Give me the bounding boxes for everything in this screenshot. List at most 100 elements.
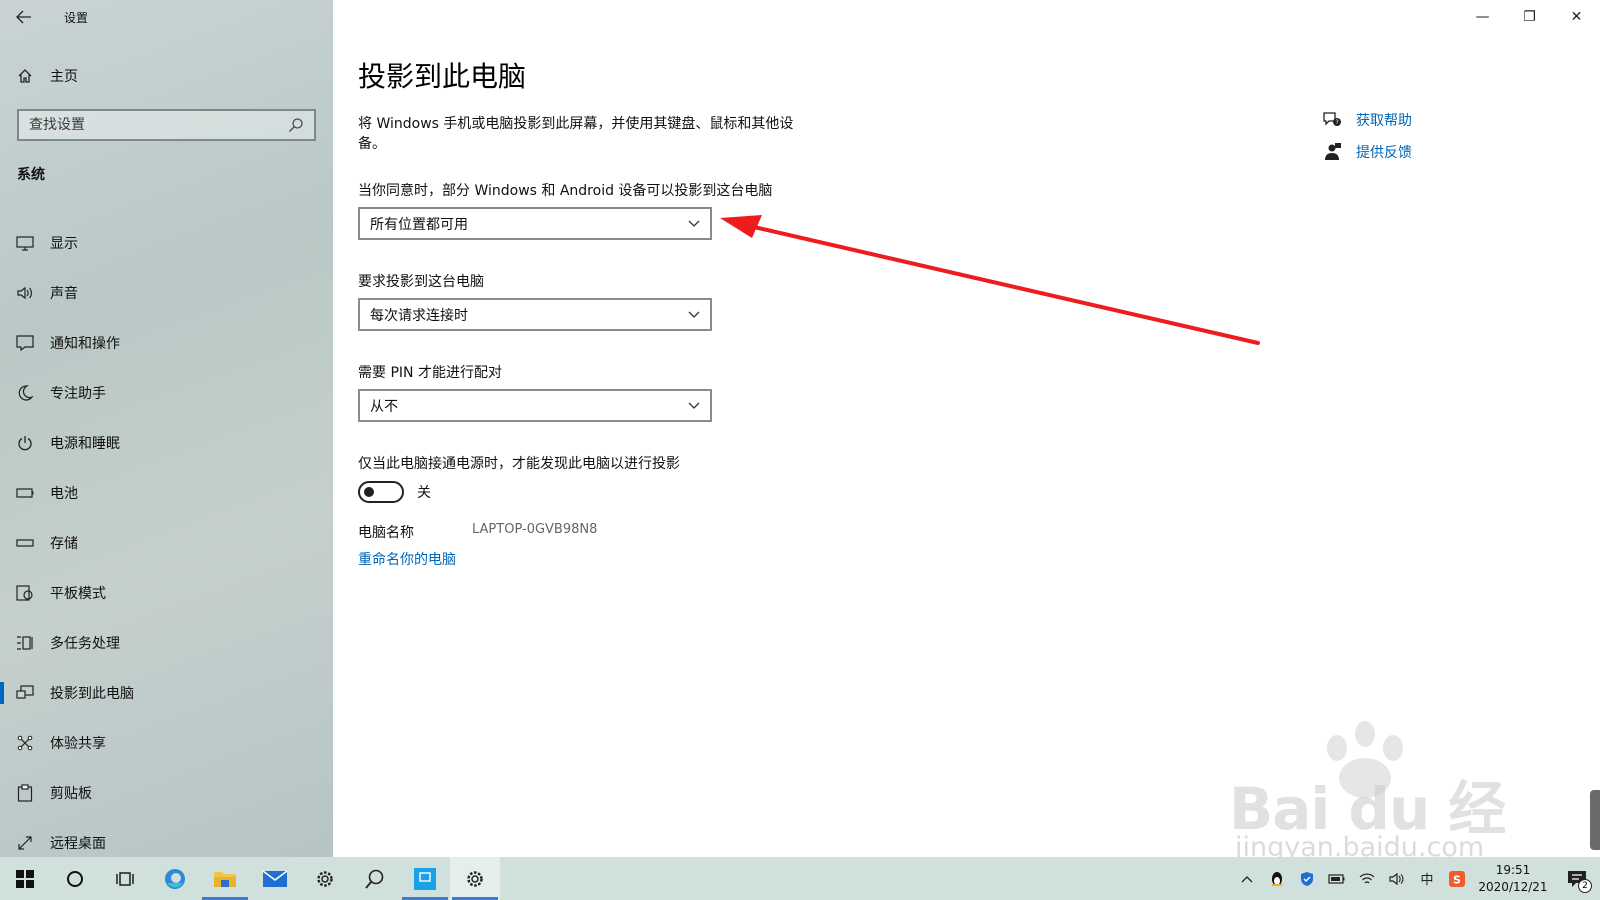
svg-text:S: S bbox=[1453, 873, 1461, 886]
get-help-label: 获取帮助 bbox=[1356, 113, 1412, 129]
availability-dropdown[interactable]: 所有位置都可用 bbox=[358, 207, 712, 240]
taskbar-edge[interactable] bbox=[150, 857, 200, 900]
restore-button[interactable]: ❐ bbox=[1506, 0, 1553, 34]
sidebar-item-notifications[interactable]: 通知和操作 bbox=[0, 318, 333, 368]
close-button[interactable]: ✕ bbox=[1553, 0, 1600, 34]
sidebar-item-home[interactable]: 主页 bbox=[0, 60, 333, 92]
notification-icon bbox=[0, 335, 50, 351]
gear-icon bbox=[467, 870, 483, 887]
clipboard-icon bbox=[0, 784, 50, 802]
get-help-link[interactable]: ? 获取帮助 bbox=[1322, 104, 1412, 136]
toggle-state-label: 关 bbox=[417, 485, 431, 501]
remote-desktop-icon bbox=[0, 835, 50, 851]
tray-network[interactable] bbox=[1352, 857, 1382, 900]
tray-ime[interactable]: 中 bbox=[1412, 857, 1442, 900]
task-view-button[interactable] bbox=[100, 857, 150, 900]
battery-icon bbox=[0, 488, 50, 498]
sidebar-item-multitasking[interactable]: 多任务处理 bbox=[0, 618, 333, 668]
taskbar-settings-active[interactable] bbox=[450, 857, 500, 900]
feedback-link[interactable]: 提供反馈 bbox=[1322, 136, 1412, 168]
sidebar-item-shared-experiences[interactable]: 体验共享 bbox=[0, 718, 333, 768]
setting3-label: 需要 PIN 才能进行配对 bbox=[358, 365, 502, 381]
sidebar-item-project-to-pc[interactable]: 投影到此电脑 bbox=[0, 668, 333, 718]
folder-icon bbox=[214, 871, 236, 887]
power-toggle[interactable] bbox=[358, 481, 404, 503]
tray-qq[interactable] bbox=[1262, 857, 1292, 900]
chevron-down-icon bbox=[688, 220, 700, 227]
window-controls: — ❐ ✕ bbox=[1459, 0, 1600, 34]
chevron-down-icon bbox=[688, 402, 700, 409]
tray-sogou[interactable]: S bbox=[1442, 857, 1472, 900]
tray-volume[interactable] bbox=[1382, 857, 1412, 900]
watermark: Bai du 经验 jingyan.baidu.com bbox=[1225, 720, 1525, 900]
feedback-person-icon bbox=[1325, 143, 1341, 160]
wifi-icon bbox=[1359, 873, 1375, 883]
pin-dropdown[interactable]: 从不 bbox=[358, 389, 712, 422]
power-icon bbox=[0, 435, 50, 451]
rename-pc-link[interactable]: 重命名你的电脑 bbox=[358, 549, 456, 569]
minimize-button[interactable]: — bbox=[1459, 0, 1506, 34]
sidebar-item-tablet-mode[interactable]: 平板模式 bbox=[0, 568, 333, 618]
feedback-hub-icon bbox=[365, 869, 384, 889]
monitor-icon bbox=[0, 235, 50, 251]
annotation-arrow bbox=[720, 215, 1260, 345]
back-arrow-icon bbox=[16, 10, 31, 24]
taskbar-file-explorer[interactable] bbox=[200, 857, 250, 900]
power-toggle-row: 关 bbox=[358, 481, 431, 503]
action-center-button[interactable]: 2 bbox=[1554, 857, 1600, 900]
request-dropdown[interactable]: 每次请求连接时 bbox=[358, 298, 712, 331]
storage-icon bbox=[0, 538, 50, 548]
chevron-up-icon bbox=[1241, 875, 1253, 882]
gear-icon bbox=[317, 870, 333, 887]
help-chat-icon: ? bbox=[1323, 112, 1341, 126]
pc-name-row: 电脑名称 LAPTOP-0GVB98N8 bbox=[358, 522, 597, 542]
setting1-label: 当你同意时，部分 Windows 和 Android 设备可以投影到这台电脑 bbox=[358, 183, 773, 199]
sogou-input-icon: S bbox=[1449, 870, 1465, 887]
pc-name-label: 电脑名称 bbox=[358, 525, 414, 541]
task-view-icon bbox=[116, 871, 134, 886]
taskbar-feedback-hub[interactable] bbox=[350, 857, 400, 900]
system-tray: 中 S 19:51 2020/12/21 2 bbox=[1232, 857, 1600, 900]
sidebar-item-power[interactable]: 电源和睡眠 bbox=[0, 418, 333, 468]
sidebar-item-sound[interactable]: 声音 bbox=[0, 268, 333, 318]
share-icon bbox=[0, 735, 50, 751]
sidebar: 设置 主页 系统 显示 声音 通知和操作 专注助手 电源和睡眠 bbox=[0, 0, 333, 857]
shield-icon bbox=[1301, 871, 1313, 886]
clock[interactable]: 19:51 2020/12/21 bbox=[1472, 862, 1554, 896]
search-box[interactable] bbox=[17, 109, 316, 141]
search-icon bbox=[289, 118, 303, 132]
feedback-label: 提供反馈 bbox=[1356, 145, 1412, 161]
pin-value: 从不 bbox=[370, 398, 398, 415]
battery-charging-icon bbox=[1328, 873, 1345, 884]
connect-app-icon bbox=[414, 867, 436, 890]
page-title: 投影到此电脑 bbox=[358, 60, 527, 93]
sidebar-item-display[interactable]: 显示 bbox=[0, 218, 333, 268]
sidebar-item-battery[interactable]: 电池 bbox=[0, 468, 333, 518]
taskbar-mail[interactable] bbox=[250, 857, 300, 900]
show-hidden-icons[interactable] bbox=[1232, 857, 1262, 900]
title-bar: 设置 bbox=[0, 0, 333, 34]
taskbar-connect-app[interactable] bbox=[400, 857, 450, 900]
request-value: 每次请求连接时 bbox=[370, 307, 468, 324]
taskbar-settings-pinned[interactable] bbox=[300, 857, 350, 900]
pc-name-value: LAPTOP-0GVB98N8 bbox=[472, 522, 598, 537]
sidebar-item-storage[interactable]: 存储 bbox=[0, 518, 333, 568]
cortana-button[interactable] bbox=[50, 857, 100, 900]
taskbar: 中 S 19:51 2020/12/21 2 bbox=[0, 857, 1600, 900]
chevron-down-icon bbox=[688, 311, 700, 318]
tablet-mode-icon bbox=[0, 585, 50, 601]
sidebar-item-clipboard[interactable]: 剪贴板 bbox=[0, 768, 333, 818]
edge-handle[interactable] bbox=[1590, 790, 1600, 850]
edge-browser-icon bbox=[165, 868, 185, 889]
tray-battery[interactable] bbox=[1322, 857, 1352, 900]
home-label: 主页 bbox=[50, 69, 78, 85]
page-description: 将 Windows 手机或电脑投影到此屏幕，并使用其键盘、鼠标和其他设备。 bbox=[358, 116, 794, 152]
clock-date: 2020/12/21 bbox=[1478, 879, 1548, 894]
sidebar-item-focus-assist[interactable]: 专注助手 bbox=[0, 368, 333, 418]
start-button[interactable] bbox=[0, 857, 50, 900]
sidebar-nav: 显示 声音 通知和操作 专注助手 电源和睡眠 电池 存储 平板模式 多任务处理 … bbox=[0, 218, 333, 868]
back-button[interactable] bbox=[0, 0, 48, 34]
help-links: ? 获取帮助 提供反馈 bbox=[1322, 104, 1412, 168]
tray-security[interactable] bbox=[1292, 857, 1322, 900]
search-input[interactable] bbox=[29, 117, 269, 133]
